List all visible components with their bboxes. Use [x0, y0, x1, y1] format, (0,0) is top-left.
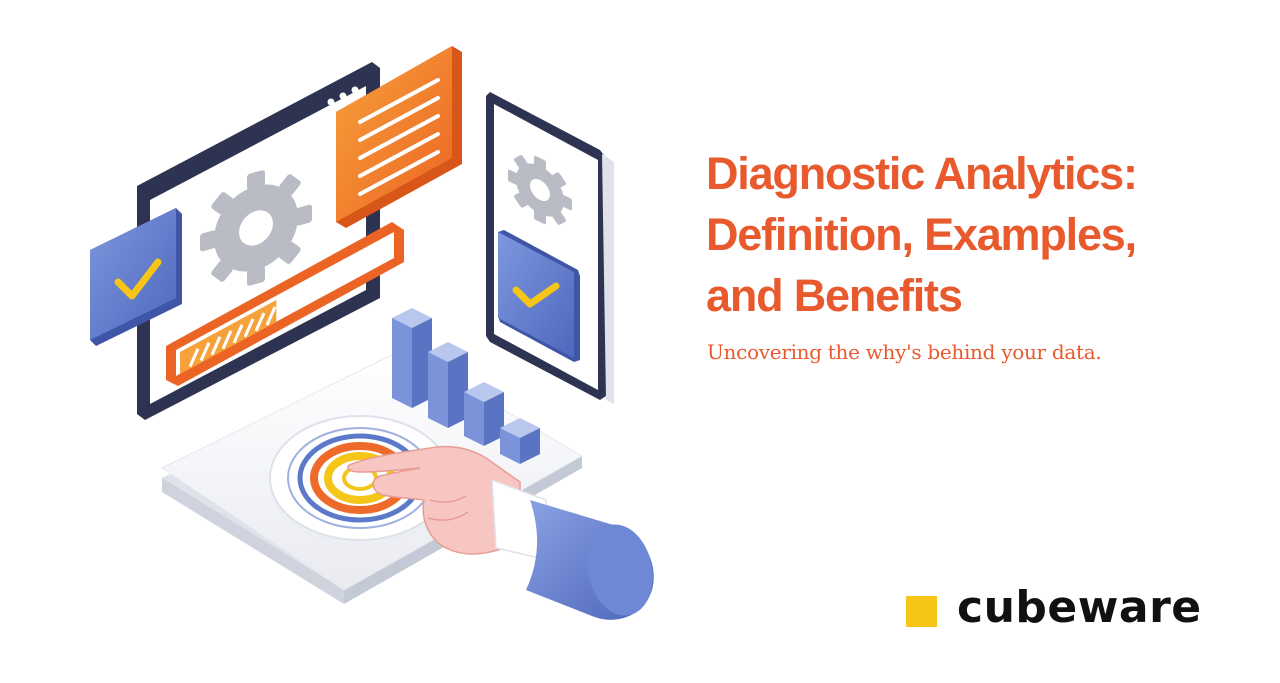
subtitle: Uncovering the why's behind your data.: [707, 340, 1102, 364]
brand-logo: cubeware: [906, 582, 1202, 634]
page-title: Diagnostic Analytics: Definition, Exampl…: [706, 143, 1246, 326]
title-line-1: Diagnostic Analytics:: [706, 148, 1138, 199]
phone-icon: [486, 92, 614, 404]
logo-wordmark: cubeware: [957, 582, 1202, 633]
logo-square-icon: [906, 595, 937, 627]
hero-illustration: [0, 0, 680, 679]
title-line-2: Definition, Examples,: [706, 209, 1137, 260]
title-line-3: and Benefits: [706, 270, 963, 321]
